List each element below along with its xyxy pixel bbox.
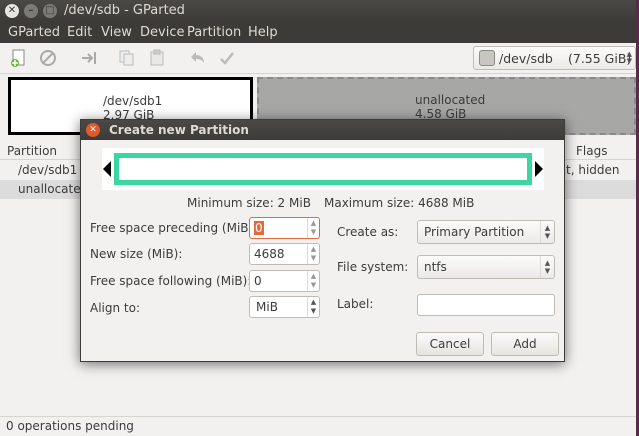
spinner-arrows-icon[interactable]: ▲ ▼ <box>307 271 319 291</box>
menu-gparted[interactable]: GParted <box>8 25 60 40</box>
new-size-value: 4688 <box>254 247 285 261</box>
spinner-arrows-icon[interactable]: ▲ ▼ <box>307 244 319 264</box>
chevron-updown-icon: ▲ ▼ <box>540 256 554 278</box>
row-partition: /dev/sdb1 <box>18 163 78 177</box>
row-flags: t, hidden <box>566 163 620 177</box>
resize-move-icon[interactable] <box>80 49 98 67</box>
paste-icon[interactable] <box>148 49 166 67</box>
file-system-select[interactable]: ntfs ▲ ▼ <box>417 255 555 279</box>
create-as-select[interactable]: Primary Partition ▲ ▼ <box>417 220 555 244</box>
menu-view[interactable]: View <box>101 25 132 40</box>
free-preceding-spinner[interactable]: 0 ▲ ▼ <box>249 217 320 239</box>
row-partition: unallocated <box>18 182 89 196</box>
chevron-updown-icon: ▲ ▼ <box>540 221 554 243</box>
close-icon[interactable]: ✕ <box>86 123 100 137</box>
disk-icon <box>479 50 495 66</box>
new-size-label: New size (MiB): <box>90 247 183 261</box>
window-title: /dev/sdb - GParted <box>64 3 185 18</box>
undo-icon[interactable] <box>188 49 206 67</box>
free-preceding-value: 0 <box>254 221 264 235</box>
window-titlebar: ✕ – □ /dev/sdb - GParted <box>0 0 636 22</box>
device-size: (7.55 GiB) <box>568 51 632 66</box>
new-size-spinner[interactable]: 4688 ▲ ▼ <box>249 243 320 265</box>
cancel-button[interactable]: Cancel <box>416 332 484 356</box>
align-to-select[interactable]: MiB ▲ ▼ <box>249 296 320 318</box>
chevron-updown-icon[interactable]: ▲ ▼ <box>307 297 319 317</box>
resize-right-handle-icon[interactable] <box>535 161 543 177</box>
partition-name: /dev/sdb1 <box>103 94 163 108</box>
create-as-label: Create as: <box>337 225 399 239</box>
menu-bar: GParted Edit View Device Partition Help <box>0 22 636 43</box>
align-to-label: Align to: <box>90 301 141 315</box>
label-field-label: Label: <box>337 297 374 311</box>
free-following-label: Free space following (MiB): <box>90 274 252 288</box>
device-selector[interactable]: /dev/sdb (7.55 GiB) ▲ ▼ <box>473 46 636 70</box>
column-flags[interactable]: Flags <box>576 144 607 158</box>
free-preceding-label: Free space preceding (MiB): <box>90 221 258 235</box>
device-name: /dev/sdb <box>499 51 553 66</box>
spinner-arrows-icon[interactable]: ▲ ▼ <box>307 218 319 238</box>
menu-partition[interactable]: Partition <box>187 25 241 40</box>
file-system-label: File system: <box>337 260 409 274</box>
create-as-value: Primary Partition <box>424 225 525 239</box>
minimize-icon[interactable]: – <box>24 4 38 18</box>
apply-icon[interactable] <box>218 49 236 67</box>
add-button[interactable]: Add <box>491 332 559 356</box>
delete-icon[interactable] <box>39 49 57 67</box>
resize-left-handle-icon[interactable] <box>103 161 111 177</box>
menu-edit[interactable]: Edit <box>67 25 92 40</box>
close-icon[interactable]: ✕ <box>5 4 19 18</box>
partition-size-bar[interactable] <box>114 153 532 185</box>
file-system-value: ntfs <box>424 260 447 274</box>
status-text: 0 operations pending <box>6 419 134 433</box>
column-partition[interactable]: Partition <box>7 144 57 158</box>
partition-resizer[interactable] <box>102 148 544 190</box>
create-partition-dialog: ✕ Create new Partition Minimum size: 2 M… <box>80 119 565 362</box>
label-input[interactable] <box>417 294 555 316</box>
dialog-titlebar: ✕ Create new Partition <box>81 120 564 140</box>
dialog-title: Create new Partition <box>109 123 249 137</box>
align-to-value: MiB <box>256 300 278 314</box>
copy-icon[interactable] <box>118 49 136 67</box>
status-bar: 0 operations pending <box>0 416 636 436</box>
maximize-icon[interactable]: □ <box>43 4 57 18</box>
chevron-updown-icon: ▲ ▼ <box>626 50 632 65</box>
free-following-spinner[interactable]: 0 ▲ ▼ <box>249 270 320 292</box>
menu-help[interactable]: Help <box>248 25 278 40</box>
free-following-value: 0 <box>254 274 262 288</box>
unallocated-name: unallocated <box>415 93 486 107</box>
maximum-size-label: Maximum size: 4688 MiB <box>324 196 475 210</box>
menu-device[interactable]: Device <box>140 25 184 40</box>
minimum-size-label: Minimum size: 2 MiB <box>187 196 311 210</box>
new-partition-icon[interactable] <box>10 49 28 67</box>
